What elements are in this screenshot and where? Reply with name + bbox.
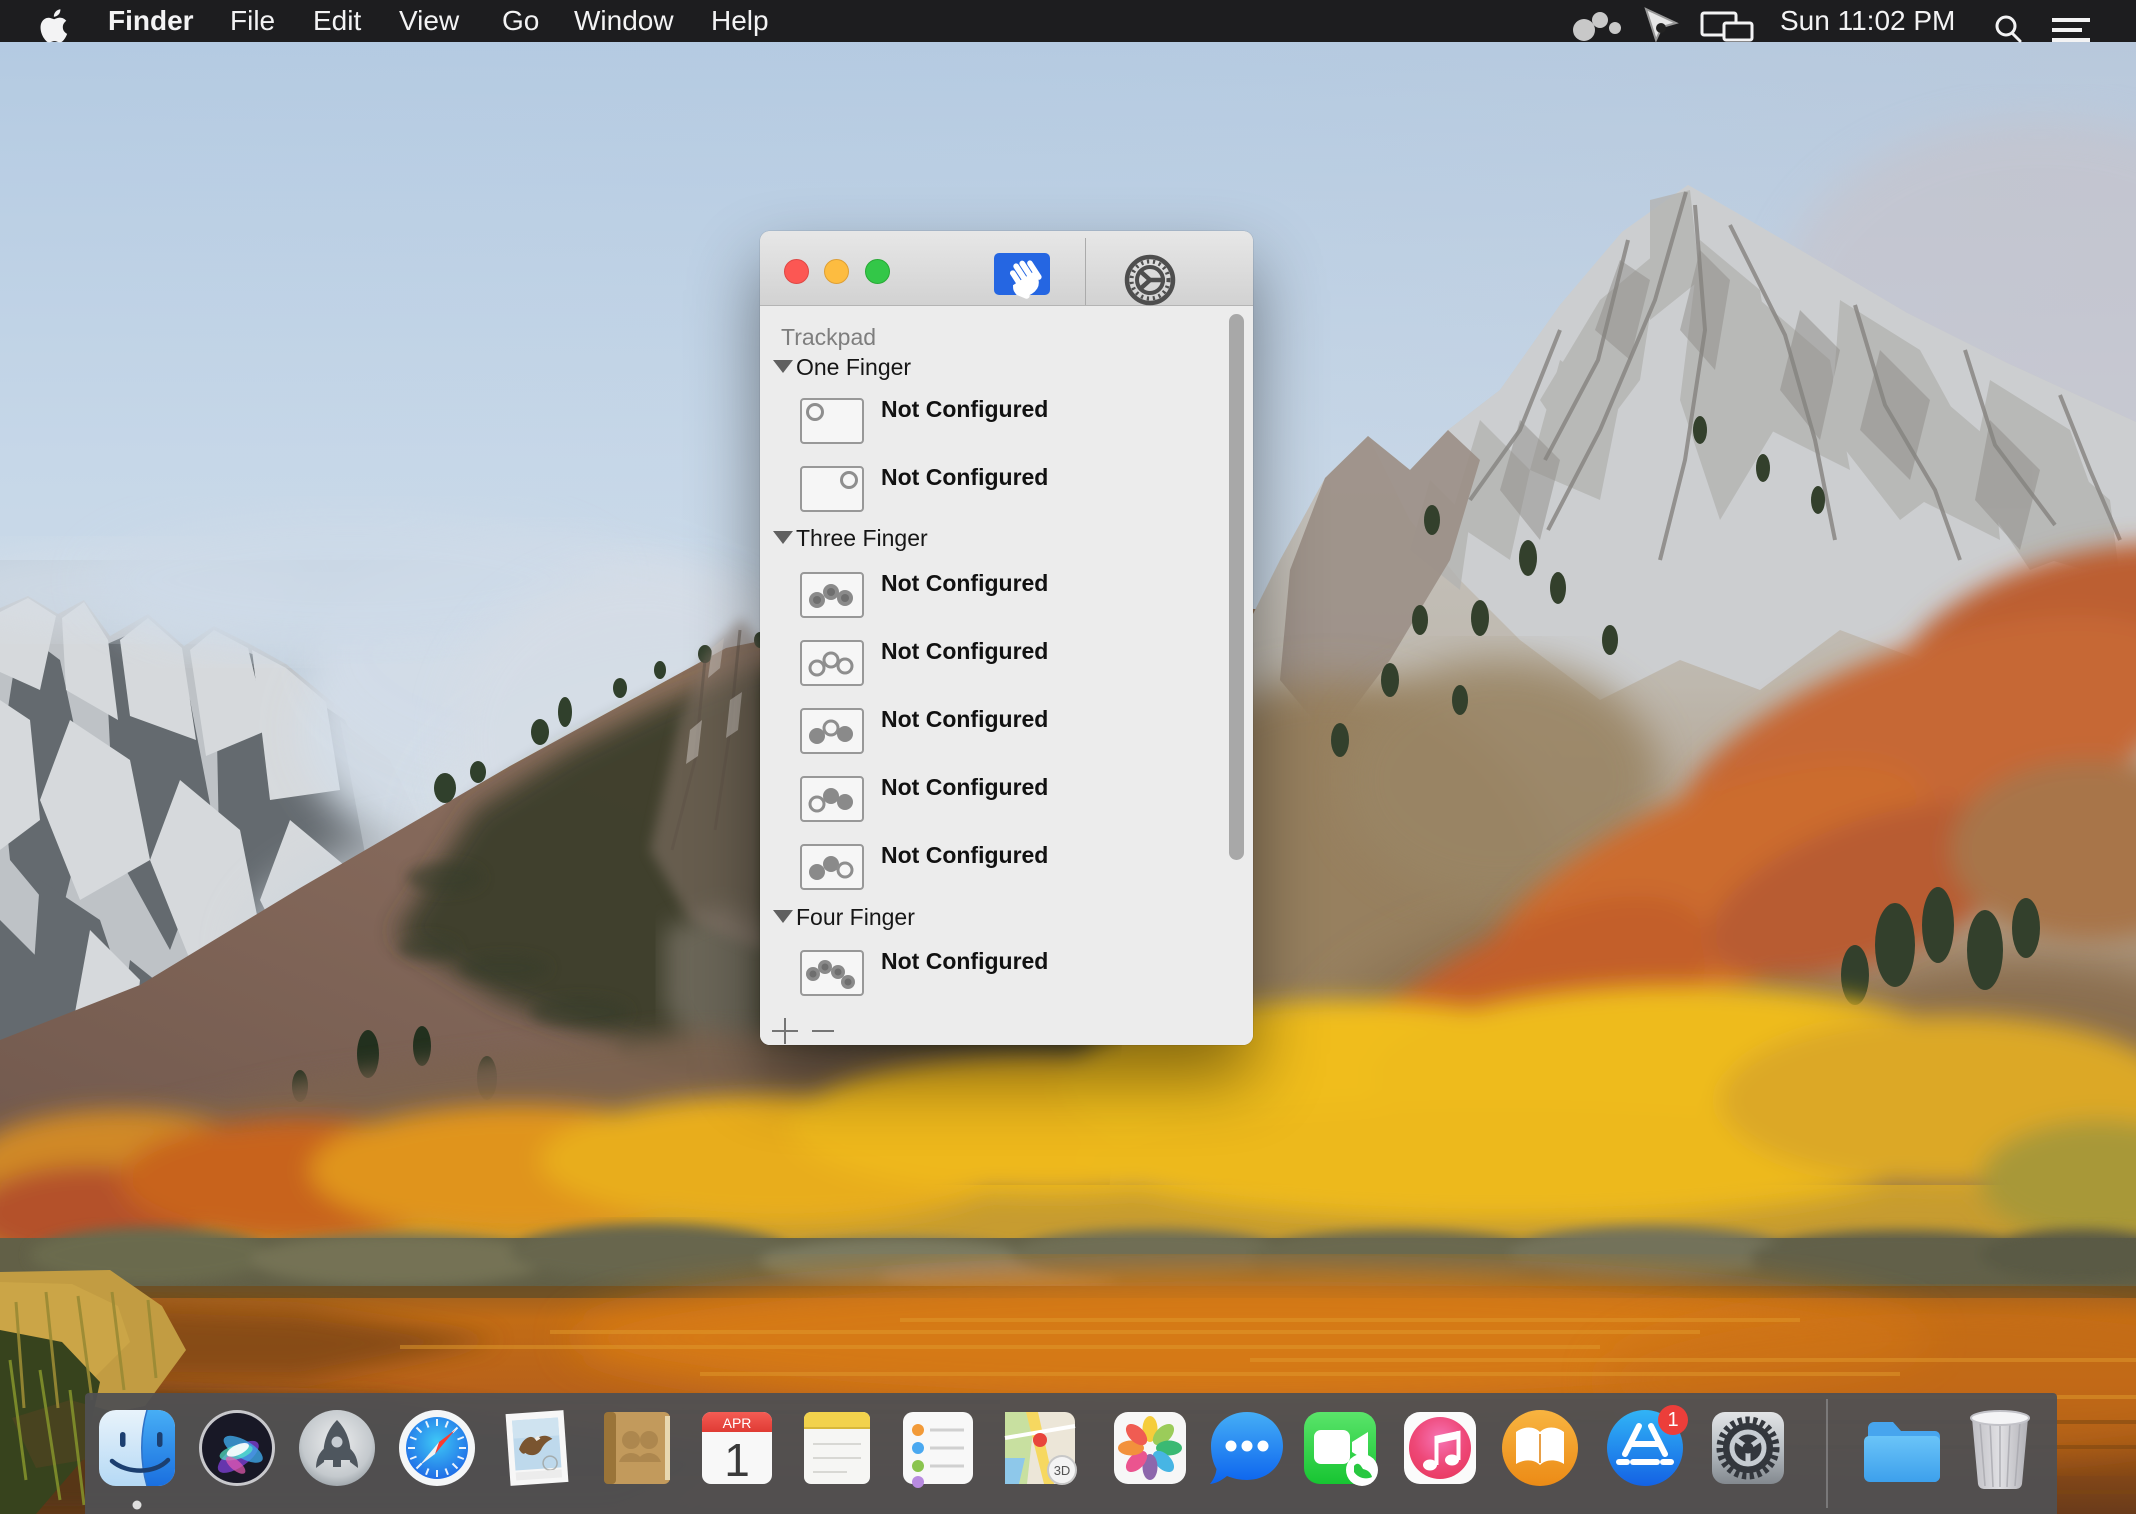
svg-text:1: 1 (724, 1434, 750, 1486)
svg-text:APR: APR (723, 1415, 752, 1431)
svg-text:1: 1 (1667, 1409, 1678, 1431)
svg-text:3D: 3D (1054, 1463, 1071, 1478)
